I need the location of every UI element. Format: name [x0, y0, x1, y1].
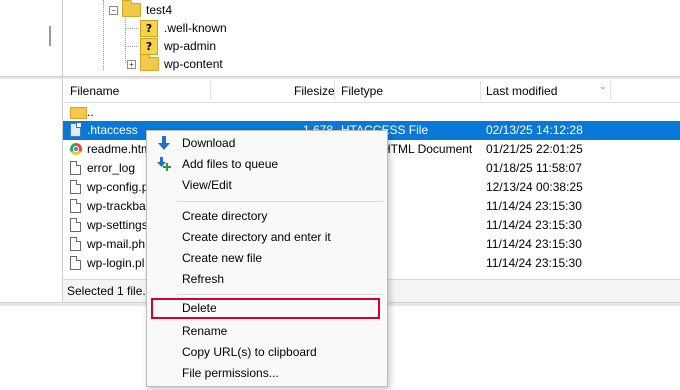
tree-item-test4[interactable]: − test4 — [109, 0, 173, 19]
menu-item-label: Copy URL(s) to clipboard — [182, 345, 317, 359]
menu-item-view-edit[interactable]: View/Edit — [147, 175, 387, 196]
add-to-queue-icon — [157, 157, 171, 171]
menu-item-label: Create directory — [182, 209, 268, 223]
context-menu: Download Add files to queue View/Edit Cr… — [146, 130, 388, 387]
row-modified: 11/14/24 23:15:30 — [486, 199, 582, 213]
row-filename: .htaccess — [87, 123, 138, 137]
file-icon — [70, 218, 81, 232]
menu-item-rename[interactable]: Rename — [147, 321, 387, 342]
menu-item-create-new-file[interactable]: Create new file — [147, 248, 387, 269]
row-filename: wp-mail.ph — [87, 237, 146, 251]
file-icon — [70, 237, 81, 251]
download-arrow-icon — [158, 136, 170, 150]
folder-icon — [122, 0, 141, 17]
row-modified: 11/14/24 23:15:30 — [486, 256, 582, 270]
row-modified: 01/21/25 22:01:25 — [486, 142, 583, 156]
menu-item-file-permissions[interactable]: File permissions... — [147, 363, 387, 384]
file-icon — [70, 199, 81, 213]
folder-up-icon — [70, 107, 87, 119]
row-modified: 02/13/25 14:12:28 — [486, 123, 583, 137]
row-modified: 12/13/24 00:38:25 — [486, 180, 583, 194]
row-filename: readme.htm — [87, 142, 152, 156]
column-last-modified[interactable]: Last modified — [486, 79, 557, 102]
menu-separator — [177, 201, 383, 202]
unknown-folder-icon: ? — [140, 37, 158, 55]
row-modified: 11/14/24 23:15:30 — [486, 237, 582, 251]
file-icon — [70, 180, 81, 194]
column-filesize[interactable]: Filesize — [294, 79, 335, 102]
menu-item-label: Create new file — [182, 251, 263, 265]
tree-item-wp-content[interactable]: + wp-content — [127, 54, 223, 73]
menu-item-create-directory[interactable]: Create directory — [147, 206, 387, 227]
chrome-icon — [70, 143, 82, 155]
file-icon — [70, 256, 81, 270]
menu-item-copy-url[interactable]: Copy URL(s) to clipboard — [147, 342, 387, 363]
menu-item-label: Download — [182, 136, 236, 150]
menu-item-label: Refresh — [182, 272, 225, 286]
row-modified: 01/18/25 11:58:07 — [486, 161, 582, 175]
collapse-toggle-icon[interactable]: − — [109, 5, 118, 15]
folder-icon — [140, 54, 159, 71]
menu-item-label: File permissions... — [182, 366, 279, 380]
tree-item-label: test4 — [146, 3, 173, 17]
tree-item-label: .well-known — [164, 21, 227, 35]
sort-indicator-icon: ⌄ — [599, 81, 607, 91]
row-filename: wp-config.p — [87, 180, 149, 194]
row-filename: wp-settings — [87, 218, 148, 232]
status-text: Selected 1 file. T — [67, 284, 157, 298]
column-filetype[interactable]: Filetype — [341, 79, 383, 102]
tree-item-well-known[interactable]: ? .well-known — [140, 19, 227, 37]
tree-item-label: wp-content — [164, 57, 223, 71]
row-filename: wp-login.pl — [87, 256, 145, 270]
row-filename: .. — [87, 105, 94, 119]
row-filename: error_log — [87, 161, 136, 175]
menu-item-add-to-queue[interactable]: Add files to queue — [147, 154, 387, 175]
menu-separator — [177, 294, 383, 295]
menu-item-download[interactable]: Download — [147, 133, 387, 154]
menu-item-create-directory-enter[interactable]: Create directory and enter it — [147, 227, 387, 248]
unknown-folder-icon: ? — [140, 19, 158, 37]
column-filename[interactable]: Filename — [70, 79, 119, 102]
expand-toggle-icon[interactable]: + — [127, 59, 136, 69]
table-row[interactable]: .. — [63, 103, 680, 122]
pane-grip[interactable] — [49, 26, 51, 46]
delete-highlight-box — [151, 298, 380, 319]
local-file-pane[interactable] — [0, 79, 63, 304]
menu-item-label: Rename — [182, 324, 228, 338]
row-modified: 11/14/24 23:15:30 — [486, 218, 582, 232]
remote-directory-tree[interactable]: − test4 ? .well-known ? wp-admin + wp-co… — [63, 0, 680, 76]
local-tree-pane[interactable] — [0, 0, 63, 76]
menu-item-label: View/Edit — [182, 178, 232, 192]
menu-item-label: Create directory and enter it — [182, 230, 331, 244]
file-icon — [70, 123, 81, 137]
row-filename: wp-trackba — [87, 199, 146, 213]
list-header: Filename Filesize Filetype Last modified… — [63, 79, 680, 103]
tree-item-label: wp-admin — [164, 39, 217, 53]
file-icon — [70, 161, 81, 175]
menu-item-refresh[interactable]: Refresh — [147, 269, 387, 290]
menu-item-label: Add files to queue — [182, 157, 279, 171]
tree-item-wp-admin[interactable]: ? wp-admin — [140, 37, 216, 55]
